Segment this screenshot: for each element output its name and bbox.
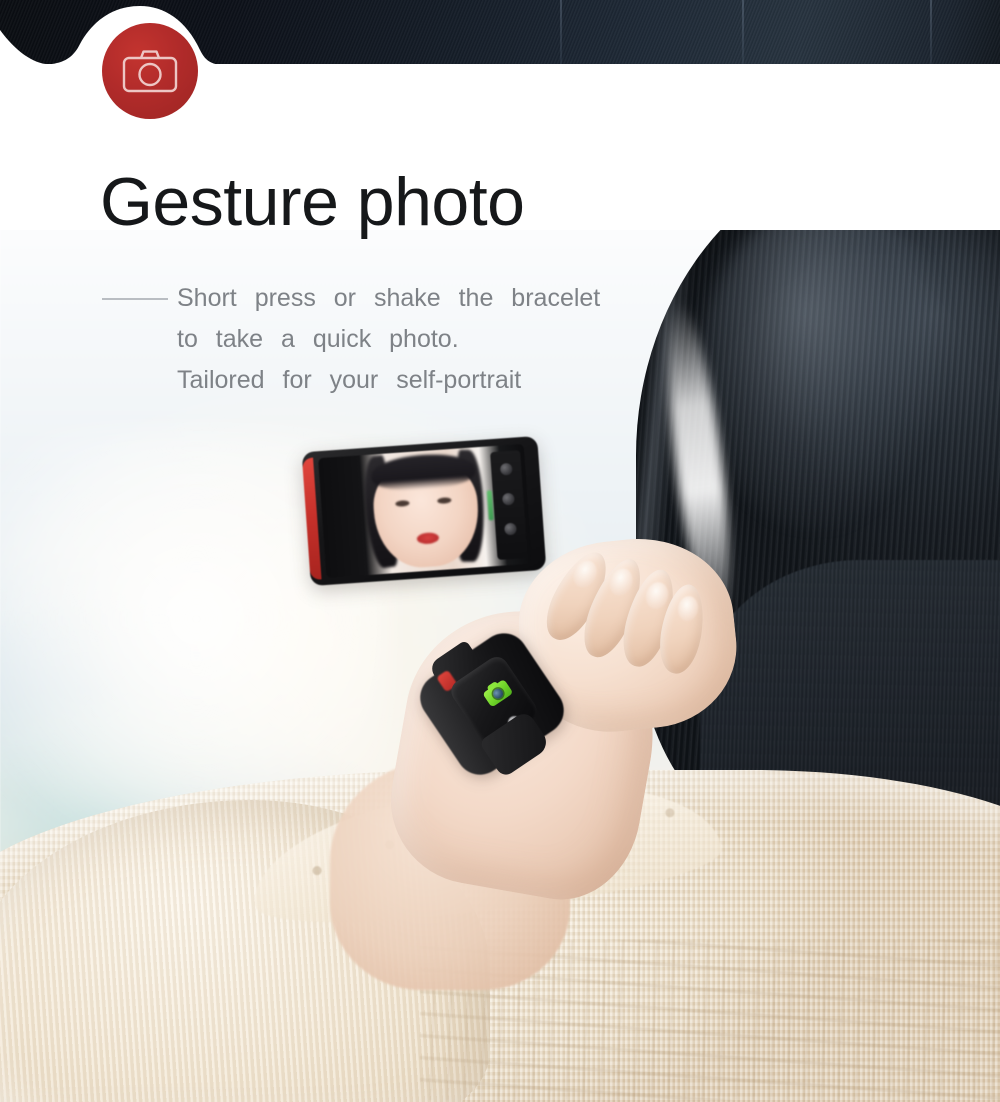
page-title: Gesture photo [100, 164, 525, 240]
hair-sheen-highlight [700, 200, 950, 530]
camera-badge [102, 23, 198, 119]
description-text-2: to take a quick photo. [177, 325, 459, 353]
shutter-button [499, 462, 513, 476]
description-text-3: Tailored for your self-portrait [177, 366, 522, 394]
description-line-1: Short press or shake the bracelet [102, 278, 722, 319]
description-block: Short press or shake the bracelet to tak… [102, 278, 722, 401]
camera-icon [122, 50, 178, 93]
smartphone [301, 435, 547, 587]
description-line-2: to take a quick photo. [102, 319, 722, 360]
smartphone-screen [318, 443, 532, 578]
feature-banner-page: Gesture photo Short press or shake the b… [0, 0, 1000, 1102]
description-line-3: Tailored for your self-portrait [102, 360, 722, 401]
mode-button [501, 492, 515, 506]
lead-rule [102, 297, 168, 300]
gallery-button [504, 522, 517, 536]
camera-app-control-strip [490, 450, 528, 560]
description-text-1: Short press or shake the bracelet [177, 284, 601, 312]
